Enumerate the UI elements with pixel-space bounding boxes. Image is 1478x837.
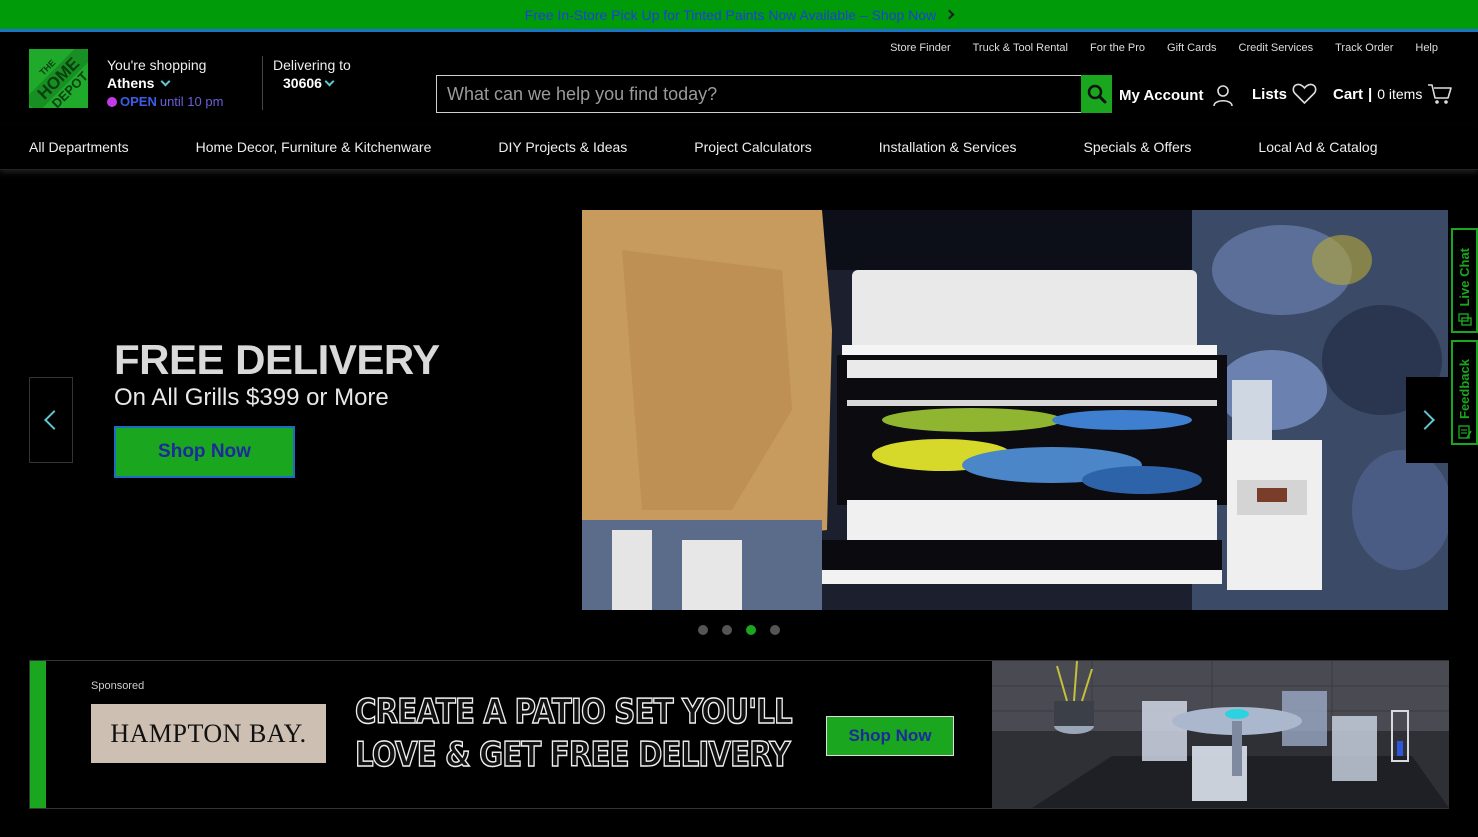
cart-label: Cart [1333, 85, 1364, 103]
lists-label: Lists [1252, 85, 1288, 103]
banner-headline-line1: CREATE A PATIO SET YOU'LL [354, 691, 793, 733]
main-nav: All Departments Home Decor, Furniture & … [0, 124, 1478, 170]
carousel-dot-3[interactable] [746, 625, 756, 635]
hero-shop-now-button[interactable]: Shop Now [114, 426, 295, 478]
header-divider [262, 56, 263, 110]
utility-link-truck-tool-rental[interactable]: Truck & Tool Rental [973, 42, 1068, 54]
feedback-icon [1457, 425, 1472, 439]
lists-link[interactable]: Lists [1252, 83, 1317, 105]
promo-link[interactable]: Free In-Store Pick Up for Tinted Paints … [524, 6, 955, 23]
hero-title: FREE DELIVERY [114, 336, 440, 383]
my-account-link[interactable]: My Account [1119, 83, 1235, 107]
nav-project-calculators[interactable]: Project Calculators [694, 139, 812, 155]
cart-icon [1428, 84, 1453, 104]
carousel-dot-1[interactable] [698, 625, 708, 635]
chat-icon [1457, 313, 1472, 326]
banner-stripe [30, 661, 46, 808]
chevron-right-icon [944, 9, 955, 20]
carousel-prev-button[interactable] [29, 377, 73, 463]
store-city: Athens [107, 75, 155, 91]
live-chat-label: Live Chat [1457, 248, 1472, 307]
feedback-tab[interactable]: Feedback [1451, 340, 1478, 445]
chevron-right-icon [1415, 410, 1435, 430]
live-chat-tab[interactable]: Live Chat [1451, 228, 1478, 333]
hero-subtitle: On All Grills $399 or More [114, 384, 389, 411]
sponsored-label: Sponsored [91, 680, 145, 692]
carousel-dot-4[interactable] [770, 625, 780, 635]
banner-patio-image [992, 661, 1449, 808]
carousel-dot-2[interactable] [722, 625, 732, 635]
banner-headline: CREATE A PATIO SET YOU'LL LOVE & GET FRE… [354, 691, 793, 777]
nav-diy-projects[interactable]: DIY Projects & Ideas [498, 139, 627, 155]
store-hours: OPEN until 10 pm [107, 94, 223, 109]
nav-installation-services[interactable]: Installation & Services [879, 139, 1017, 155]
chevron-down-icon [161, 76, 171, 86]
store-label: You're shopping [107, 57, 207, 73]
search-bar [436, 75, 1112, 113]
nav-local-ad-catalog[interactable]: Local Ad & Catalog [1258, 139, 1377, 155]
user-icon [1213, 85, 1234, 107]
cart-separator: | [1368, 85, 1373, 103]
nav-all-departments[interactable]: All Departments [29, 139, 129, 155]
home-depot-logo[interactable]: THE HOME DEPOT [29, 49, 88, 108]
chevron-down-icon [324, 76, 335, 86]
hero-copy: FREE DELIVERY On All Grills $399 or More [114, 336, 440, 412]
hampton-bay-logo: HAMPTON BAY. [91, 704, 326, 763]
banner-shop-now-button[interactable]: Shop Now [826, 716, 954, 756]
heart-icon [1292, 83, 1317, 105]
nav-home-decor[interactable]: Home Decor, Furniture & Kitchenware [196, 139, 432, 155]
utility-link-track-order[interactable]: Track Order [1335, 42, 1393, 54]
nav-specials-offers[interactable]: Specials & Offers [1084, 139, 1192, 155]
utility-link-gift-cards[interactable]: Gift Cards [1167, 42, 1217, 54]
utility-link-help[interactable]: Help [1415, 42, 1438, 54]
delivery-zip-selector: Delivering to 30606 [273, 57, 351, 91]
cart-count: 0 items [1377, 86, 1423, 102]
carousel-dots [698, 625, 780, 635]
sponsored-banner[interactable]: Sponsored HAMPTON BAY. CREATE A PATIO SE… [29, 660, 1449, 809]
delivery-zip-dropdown[interactable]: 30606 [283, 75, 351, 91]
store-selector: You're shopping Athens OPEN until 10 pm [107, 57, 223, 109]
utility-link-for-the-pro[interactable]: For the Pro [1090, 42, 1145, 54]
deliver-label: Delivering to [273, 57, 351, 73]
feedback-label: Feedback [1457, 359, 1472, 419]
promo-text: Free In-Store Pick Up for Tinted Paints … [524, 6, 937, 23]
cart-link[interactable]: Cart | 0 items [1333, 83, 1453, 105]
chevron-left-icon [44, 410, 64, 430]
delivery-zip: 30606 [283, 75, 322, 91]
store-closing-time: until 10 pm [159, 94, 224, 109]
utility-links: Store Finder Truck & Tool Rental For the… [890, 42, 1438, 54]
store-open-status: OPEN [120, 94, 157, 109]
open-status-dot-icon [107, 96, 117, 107]
carousel-next-button[interactable] [1406, 377, 1450, 463]
utility-link-store-finder[interactable]: Store Finder [890, 42, 951, 54]
utility-link-credit-services[interactable]: Credit Services [1239, 42, 1314, 54]
promo-bar: Free In-Store Pick Up for Tinted Paints … [0, 0, 1478, 32]
search-input[interactable] [436, 75, 1081, 113]
search-icon [1087, 84, 1106, 104]
banner-headline-line2: LOVE & GET FREE DELIVERY [354, 734, 791, 776]
store-city-dropdown[interactable]: Athens [107, 75, 223, 91]
header: THE HOME DEPOT You're shopping Athens OP… [0, 32, 1478, 124]
my-account-label: My Account [1119, 86, 1204, 104]
search-button[interactable] [1081, 75, 1112, 113]
hero-image [582, 210, 1448, 610]
